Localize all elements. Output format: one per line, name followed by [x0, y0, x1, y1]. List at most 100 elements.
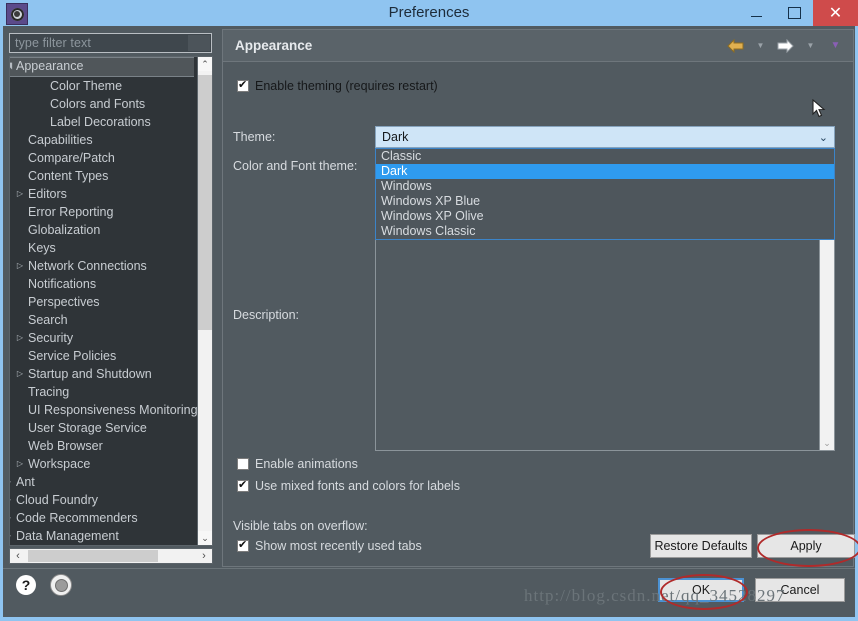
- show-mru-tabs-row[interactable]: Show most recently used tabs: [237, 538, 422, 553]
- sidebar-item-label: Web Browser: [28, 439, 103, 453]
- sidebar-item-label: Workspace: [28, 457, 91, 471]
- theme-combo[interactable]: Dark ⌄: [375, 126, 835, 148]
- description-box[interactable]: ⌄: [375, 239, 835, 451]
- scroll-down-icon[interactable]: ⌄: [198, 531, 212, 545]
- sidebar-item-code-recommenders[interactable]: ▷Code Recommenders: [10, 509, 194, 527]
- window-controls: ✕: [737, 0, 858, 26]
- sidebar-item-startup-and-shutdown[interactable]: ▷ Startup and Shutdown: [10, 365, 194, 383]
- sidebar-item-label: Tracing: [28, 385, 70, 399]
- description-scrollbar[interactable]: ⌄: [819, 240, 834, 450]
- theme-combo-dropdown[interactable]: Classic Dark Windows Windows XP Blue Windows…: [375, 148, 835, 240]
- pane-header: Appearance ▼ ▼ ▼: [223, 30, 853, 62]
- sidebar-item-globalization[interactable]: Globalization: [10, 221, 194, 239]
- tree-horizontal-scrollbar[interactable]: ‹ ›: [9, 548, 213, 564]
- sidebar-item-notifications[interactable]: Notifications: [10, 275, 194, 293]
- theme-option-windows-xp-olive[interactable]: Windows XP Olive: [376, 209, 834, 224]
- filter-clear-button[interactable]: [188, 35, 210, 51]
- sidebar-item-ant[interactable]: ▷Ant: [10, 473, 194, 491]
- sidebar-item-label-decorations[interactable]: Label Decorations: [10, 113, 194, 131]
- watermark-text: http://blog.csdn.net/qq_34528297: [524, 586, 786, 605]
- enable-theming-row[interactable]: Enable theming (requires restart): [237, 78, 438, 93]
- enable-animations-checkbox[interactable]: [237, 458, 249, 470]
- theme-option-windows-xp-blue[interactable]: Windows XP Blue: [376, 194, 834, 209]
- theme-option-dark[interactable]: Dark: [376, 164, 834, 179]
- scroll-up-icon[interactable]: ⌃: [198, 57, 212, 71]
- twisty-collapsed-icon[interactable]: ▷: [14, 365, 26, 383]
- theme-option-windows-classic[interactable]: Windows Classic: [376, 224, 834, 239]
- sidebar-item-editors[interactable]: ▷ Editors: [10, 185, 194, 203]
- mixed-fonts-row[interactable]: Use mixed fonts and colors for labels: [237, 478, 460, 493]
- twisty-collapsed-icon[interactable]: ▷: [10, 473, 14, 491]
- footer-divider: [3, 568, 855, 569]
- sidebar-item-web-browser[interactable]: Web Browser: [10, 437, 194, 455]
- sidebar-item-label: Perspectives: [28, 295, 100, 309]
- sidebar-item-color-theme[interactable]: Color Theme: [10, 77, 194, 95]
- chevron-down-icon[interactable]: ⌄: [819, 131, 828, 144]
- sidebar-item-security[interactable]: ▷ Security: [10, 329, 194, 347]
- twisty-collapsed-icon[interactable]: ▷: [10, 509, 14, 527]
- twisty-collapsed-icon[interactable]: ▷: [14, 185, 26, 203]
- show-mru-tabs-checkbox[interactable]: [237, 538, 249, 552]
- sidebar-item-label: Notifications: [28, 277, 97, 291]
- tree-hscroll-thumb[interactable]: [28, 550, 158, 562]
- theme-option-classic[interactable]: Classic: [376, 149, 834, 164]
- help-icon[interactable]: ?: [16, 575, 36, 595]
- sidebar-item-content-types[interactable]: Content Types: [10, 167, 194, 185]
- filter-input[interactable]: type filter text: [9, 33, 212, 53]
- dialog-footer-icons: ?: [16, 574, 72, 596]
- theme-combo-value: Dark: [382, 130, 409, 144]
- sidebar-item-perspectives[interactable]: Perspectives: [10, 293, 194, 311]
- color-font-theme-label: Color and Font theme:: [233, 159, 358, 173]
- sidebar-item-workspace[interactable]: ▷ Workspace: [10, 455, 194, 473]
- view-menu-chevron-down-icon[interactable]: ▼: [826, 37, 845, 55]
- sidebar-item-service-policies[interactable]: Service Policies: [10, 347, 194, 365]
- sidebar-item-search[interactable]: Search: [10, 311, 194, 329]
- apply-preset-icon[interactable]: [50, 574, 72, 596]
- sidebar-item-compare-patch[interactable]: Compare/Patch: [10, 149, 194, 167]
- sidebar-item-tracing[interactable]: Tracing: [10, 383, 194, 401]
- tree-vertical-scrollbar[interactable]: ⌃ ⌄: [197, 57, 212, 545]
- scroll-right-icon[interactable]: ›: [196, 550, 212, 562]
- twisty-expanded-icon[interactable]: ◢: [10, 60, 16, 72]
- back-history-chevron-down-icon[interactable]: ▼: [751, 37, 770, 55]
- restore-defaults-button[interactable]: Restore Defaults: [650, 534, 752, 558]
- maximize-button[interactable]: [775, 0, 813, 26]
- sidebar-item-label: Search: [28, 313, 68, 327]
- scroll-down-icon[interactable]: ⌄: [820, 436, 834, 450]
- sidebar-item-label: Data Management: [16, 529, 119, 543]
- minimize-button[interactable]: [737, 0, 775, 26]
- enable-animations-row[interactable]: Enable animations: [237, 457, 358, 471]
- tree-item-list: ◢Appearance Color Theme Colors and Fonts La…: [10, 57, 198, 545]
- twisty-collapsed-icon[interactable]: ▷: [10, 491, 14, 509]
- enable-theming-checkbox[interactable]: [237, 78, 249, 92]
- sidebar-item-cloud-foundry[interactable]: ▷Cloud Foundry: [10, 491, 194, 509]
- back-arrow-icon[interactable]: [726, 37, 745, 55]
- sidebar-item-label: Error Reporting: [28, 205, 114, 219]
- sidebar-item-appearance[interactable]: ◢Appearance: [10, 57, 194, 77]
- twisty-collapsed-icon[interactable]: ▷: [14, 455, 26, 473]
- sidebar-item-capabilities[interactable]: Capabilities: [10, 131, 194, 149]
- window-border-left: [0, 26, 3, 621]
- apply-button[interactable]: Apply: [757, 534, 855, 558]
- sidebar-item-error-reporting[interactable]: Error Reporting: [10, 203, 194, 221]
- twisty-collapsed-icon[interactable]: ▷: [14, 257, 26, 275]
- mouse-cursor: [812, 98, 826, 119]
- tree-scroll-thumb[interactable]: [198, 75, 212, 330]
- sidebar-item-keys[interactable]: Keys: [10, 239, 194, 257]
- sidebar-item-network-connections[interactable]: ▷ Network Connections: [10, 257, 194, 275]
- forward-arrow-icon[interactable]: [776, 37, 795, 55]
- sidebar-item-colors-and-fonts[interactable]: Colors and Fonts: [10, 95, 194, 113]
- preferences-tree[interactable]: ◢Appearance Color Theme Colors and Fonts La…: [9, 56, 213, 546]
- sidebar-item-user-storage-service[interactable]: User Storage Service: [10, 419, 194, 437]
- twisty-collapsed-icon[interactable]: ▷: [10, 527, 14, 545]
- scroll-left-icon[interactable]: ‹: [10, 550, 26, 562]
- theme-option-windows[interactable]: Windows: [376, 179, 834, 194]
- forward-history-chevron-down-icon[interactable]: ▼: [801, 37, 820, 55]
- page-title: Appearance: [235, 38, 313, 53]
- sidebar-item-ui-responsiveness-monitoring[interactable]: UI Responsiveness Monitoring: [10, 401, 198, 419]
- close-button[interactable]: ✕: [813, 0, 858, 26]
- mixed-fonts-checkbox[interactable]: [237, 478, 249, 492]
- sidebar-item-data-management[interactable]: ▷Data Management: [10, 527, 194, 545]
- twisty-collapsed-icon[interactable]: ▷: [14, 329, 26, 347]
- enable-animations-label: Enable animations: [255, 457, 358, 471]
